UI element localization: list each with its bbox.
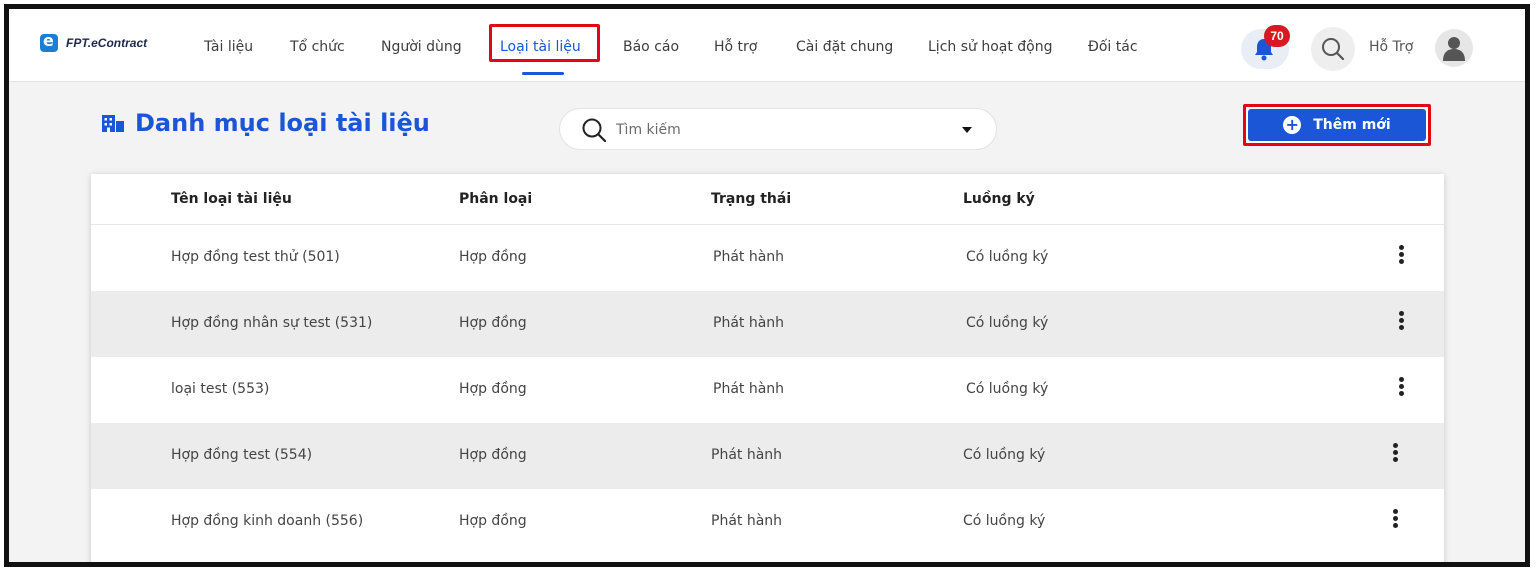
building-icon	[102, 115, 124, 132]
nav-active-underline	[522, 72, 564, 75]
cell-name: Hợp đồng kinh doanh (556)	[171, 513, 364, 529]
brand-name: FPT.eContract	[66, 36, 148, 50]
column-header-name: Tên loại tài liệu	[171, 191, 292, 207]
nav-item-loai-tai-lieu[interactable]: Loại tài liệu	[500, 39, 581, 55]
search-input[interactable]	[616, 119, 946, 141]
brand-logo[interactable]: FPT.eContract	[40, 31, 148, 52]
nav-item-lich-su-hoat-dong[interactable]: Lịch sử hoạt động	[928, 39, 1053, 55]
cell-type: Hợp đồng	[459, 315, 527, 331]
table-row[interactable]: loại test (553) Hợp đồng Phát hành Có lu…	[91, 357, 1444, 423]
document-type-table: Tên loại tài liệu Phân loại Trạng thái L…	[91, 174, 1444, 562]
column-header-status: Trạng thái	[711, 191, 792, 207]
page-title: Danh mục loại tài liệu	[135, 109, 430, 137]
notification-count-badge: 70	[1264, 25, 1290, 47]
global-search-button[interactable]	[1311, 27, 1355, 71]
cell-type: Hợp đồng	[459, 447, 527, 463]
cell-name: loại test (553)	[171, 381, 270, 397]
more-options-icon[interactable]	[1390, 443, 1400, 465]
cell-type: Hợp đồng	[459, 381, 527, 397]
app-window: FPT.eContract Tài liệu Tổ chức Người dùn…	[4, 4, 1530, 567]
search-icon	[582, 118, 606, 142]
top-navbar: FPT.eContract Tài liệu Tổ chức Người dùn…	[9, 9, 1525, 82]
user-icon	[1443, 37, 1465, 61]
cell-type: Hợp đồng	[459, 249, 527, 265]
nav-item-cai-dat-chung[interactable]: Cài đặt chung	[796, 39, 893, 55]
page-header: Danh mục loại tài liệu	[101, 109, 430, 137]
more-options-icon[interactable]	[1396, 311, 1406, 333]
table-row[interactable]: Hợp đồng test thử (501) Hợp đồng Phát hà…	[91, 225, 1444, 291]
cell-status: Phát hành	[711, 513, 783, 529]
cell-flow: Có luồng ký	[963, 513, 1046, 529]
chevron-down-icon[interactable]	[962, 127, 972, 133]
cell-name: Hợp đồng nhân sự test (531)	[171, 315, 373, 331]
cell-flow: Có luồng ký	[966, 249, 1049, 265]
more-options-icon[interactable]	[1390, 509, 1400, 531]
nav-item-tai-lieu[interactable]: Tài liệu	[204, 39, 253, 55]
econtract-logo-icon	[40, 31, 58, 52]
column-header-flow: Luồng ký	[963, 191, 1035, 207]
nav-item-nguoi-dung[interactable]: Người dùng	[381, 39, 462, 55]
user-name[interactable]: Hỗ Trợ	[1369, 39, 1413, 55]
column-header-type: Phân loại	[459, 191, 533, 207]
nav-item-to-chuc[interactable]: Tổ chức	[290, 39, 345, 55]
search-bar	[559, 108, 997, 150]
cell-status: Phát hành	[713, 381, 785, 397]
add-new-button[interactable]: + Thêm mới	[1248, 109, 1426, 141]
cell-status: Phát hành	[711, 447, 783, 463]
user-avatar[interactable]	[1435, 29, 1473, 67]
cell-name: Hợp đồng test (554)	[171, 447, 313, 463]
cell-name: Hợp đồng test thử (501)	[171, 249, 340, 265]
more-options-icon[interactable]	[1396, 245, 1406, 267]
nav-item-ho-tro[interactable]: Hỗ trợ	[714, 39, 757, 55]
cell-status: Phát hành	[713, 249, 785, 265]
more-options-icon[interactable]	[1396, 377, 1406, 399]
search-icon	[1322, 38, 1345, 61]
cell-flow: Có luồng ký	[966, 381, 1049, 397]
nav-item-bao-cao[interactable]: Báo cáo	[623, 39, 679, 55]
table-row[interactable]: Hợp đồng nhân sự test (531) Hợp đồng Phá…	[91, 291, 1444, 357]
cell-status: Phát hành	[713, 315, 785, 331]
table-row[interactable]: Hợp đồng kinh doanh (556) Hợp đồng Phát …	[91, 489, 1444, 555]
cell-type: Hợp đồng	[459, 513, 527, 529]
table-row[interactable]: Hợp đồng test (554) Hợp đồng Phát hành C…	[91, 423, 1444, 489]
table-header: Tên loại tài liệu Phân loại Trạng thái L…	[91, 174, 1444, 225]
cell-flow: Có luồng ký	[966, 315, 1049, 331]
nav-item-doi-tac[interactable]: Đối tác	[1088, 39, 1138, 55]
plus-circle-icon: +	[1283, 116, 1302, 134]
add-new-button-label: Thêm mới	[1313, 117, 1391, 133]
cell-flow: Có luồng ký	[963, 447, 1046, 463]
